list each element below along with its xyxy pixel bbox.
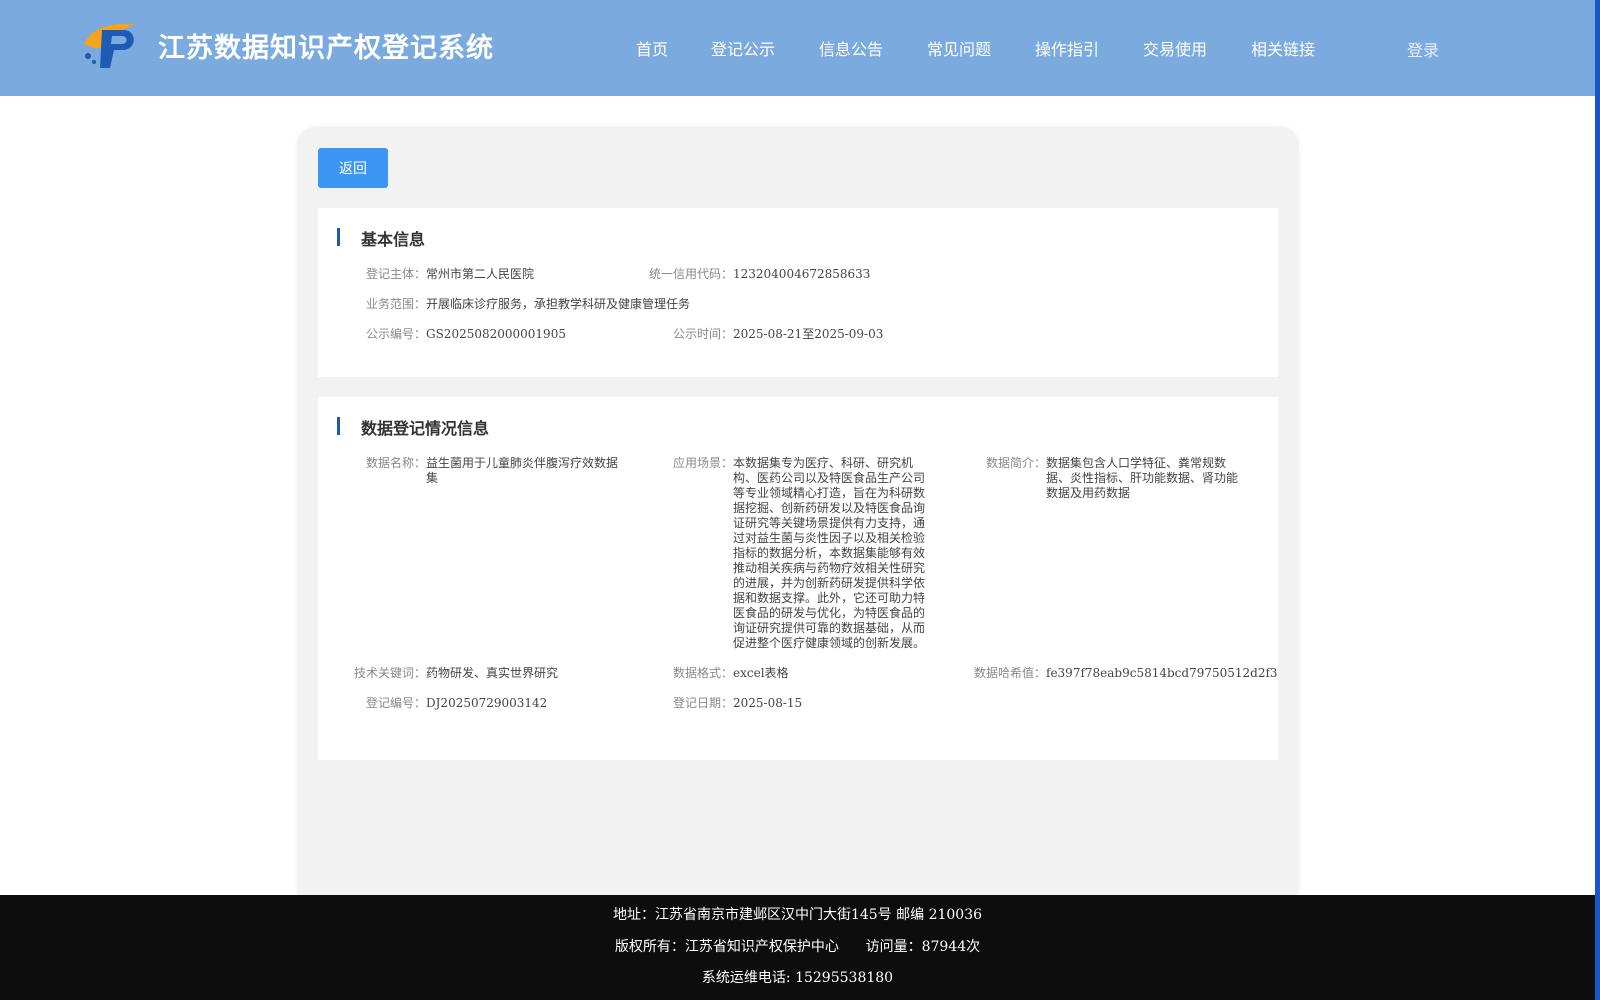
notice-time-field: 公示时间： 2025-08-21至2025-09-03 [661,327,883,342]
subject-value: 常州市第二人民医院 [426,267,535,281]
section-marker [337,228,340,246]
subject-field: 登记主体： 常州市第二人民医院 [348,267,534,282]
subject-label: 登记主体： [365,267,426,281]
hash-value: fe397f78eab9c5814bcd79750512d2f3 [1046,666,1278,680]
footer-address: 地址：江苏省南京市建邺区汉中门大街145号 邮编 210036 [612,907,983,923]
keywords-label: 技术关键词： [353,666,426,680]
footer-phone: 系统运维电话: 15295538180 [701,970,894,986]
notice-time-label: 公示时间： [672,327,733,341]
nav-home[interactable]: 首页 [636,36,668,60]
nav-guide[interactable]: 操作指引 [1035,36,1099,60]
notice-no-field: 公示编号： GS2025082000001905 [348,327,566,342]
notice-time-value: 2025-08-21至2025-09-03 [733,327,884,341]
site-title: 江苏数据知识产权登记系统 [158,33,494,64]
data-registration-card: 数据登记情况信息 数据名称： 益生菌用于儿童肺炎伴腹泻疗效数据集 应用场景： 本… [318,397,1278,760]
reg-no-field: 登记编号： DJ20250729003142 [348,696,547,711]
data-name-field: 数据名称： 益生菌用于儿童肺炎伴腹泻疗效数据集 [348,456,624,486]
reg-date-field: 登记日期： 2025-08-15 [661,696,802,711]
reg-no-value: DJ20250729003142 [426,696,548,710]
basic-info-card: 基本信息 登记主体： 常州市第二人民医院 统一信用代码： 12320400467… [318,208,1278,377]
format-label: 数据格式： [672,666,733,680]
site-header: 江苏数据知识产权登记系统 首页 登记公示 信息公告 常见问题 操作指引 交易使用… [0,0,1595,96]
reg-no-label: 登记编号： [365,696,426,710]
notice-no-value: GS2025082000001905 [426,327,566,341]
data-registration-title: 数据登记情况信息 [361,419,490,438]
credit-value: 12320400467285863З [733,267,871,281]
brief-label: 数据简介： [985,456,1046,470]
scene-label: 应用场景： [672,456,733,470]
brief-value: 数据集包含人口学特征、粪常规数据、炎性指标、肝功能数据、肾功能数据及用药数据 [1046,456,1239,500]
site-footer: 地址：江苏省南京市建邺区汉中门大街145号 邮编 210036 版权所有：江苏省… [0,895,1595,1000]
brief-field: 数据简介： 数据集包含人口学特征、粪常规数据、炎性指标、肝功能数据、肾功能数据及… [974,456,1242,501]
scope-label: 业务范围： [365,297,426,311]
scene-value: 本数据集专为医疗、科研、研究机构、医药公司以及特医食品生产公司等专业领域精心打造… [733,456,926,650]
data-name-value: 益生菌用于儿童肺炎伴腹泻疗效数据集 [426,456,619,485]
hash-field: 数据哈希值： fe397f78eab9c5814bcd79750512d2f3 [956,666,1278,681]
data-name-label: 数据名称： [365,456,426,470]
scope-value: 开展临床诊疗服务，承担教学科研及健康管理任务 [426,297,691,311]
site-logo-icon [84,23,136,68]
notice-no-label: 公示编号： [365,327,426,341]
footer-copyright: 版权所有：江苏省知识产权保护中心 访问量：87944次 [614,939,981,955]
hash-label: 数据哈希值： [973,666,1046,680]
basic-info-title: 基本信息 [361,230,426,249]
nav-registration-public[interactable]: 登记公示 [711,36,775,60]
nav-announcements[interactable]: 信息公告 [819,36,883,60]
nav-links[interactable]: 相关链接 [1251,36,1315,60]
section-marker [337,417,340,435]
login-link[interactable]: 登录 [1407,37,1439,61]
nav-trading[interactable]: 交易使用 [1143,36,1207,60]
scroll-edge [1595,0,1600,1000]
credit-field: 统一信用代码： 12320400467285863З [631,267,870,282]
reg-date-value: 2025-08-15 [733,696,803,710]
format-field: 数据格式： excel表格 [661,666,789,681]
keywords-field: 技术关键词： 药物研发、真实世界研究 [336,666,558,681]
detail-panel: 返回 基本信息 登记主体： 常州市第二人民医院 统一信用代码： 12320400… [297,127,1299,907]
credit-label: 统一信用代码： [648,267,733,281]
scene-field: 应用场景： 本数据集专为医疗、科研、研究机构、医药公司以及特医食品生产公司等专业… [661,456,925,651]
nav-faq[interactable]: 常见问题 [927,36,991,60]
format-value: excel表格 [733,666,789,680]
keywords-value: 药物研发、真实世界研究 [426,666,559,680]
scope-field: 业务范围： 开展临床诊疗服务，承担教学科研及健康管理任务 [348,297,690,312]
back-button[interactable]: 返回 [318,148,388,188]
reg-date-label: 登记日期： [672,696,733,710]
